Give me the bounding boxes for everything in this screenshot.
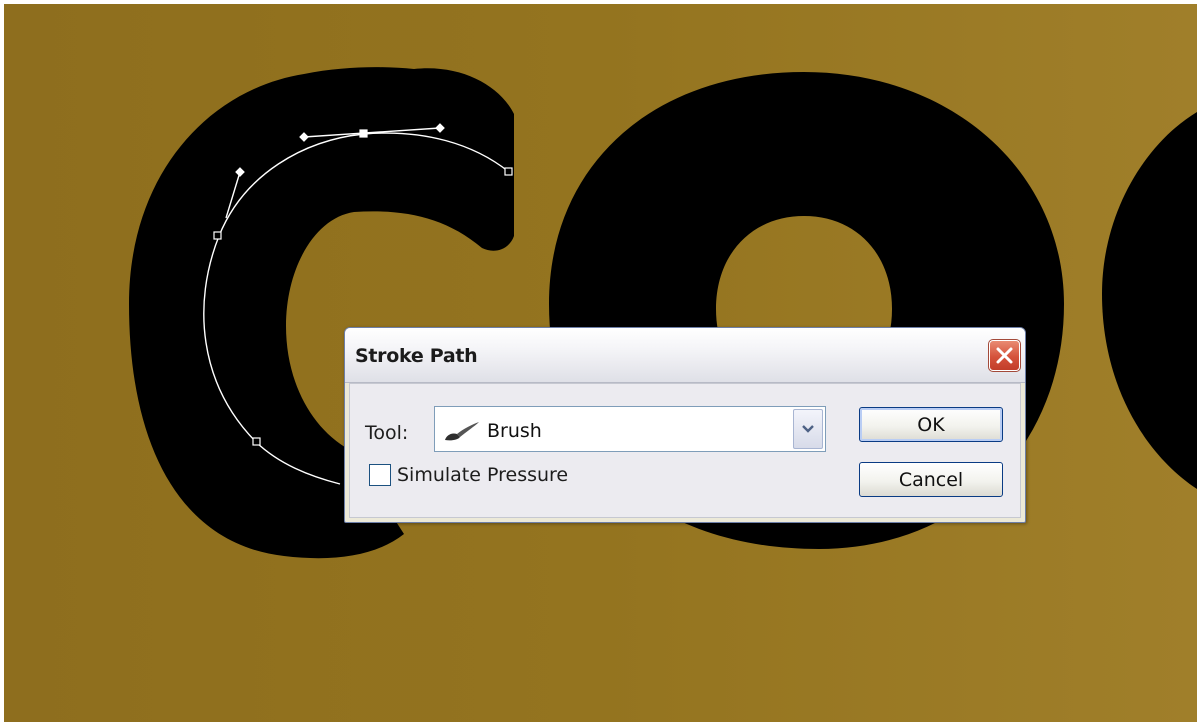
ok-button[interactable]: OK bbox=[859, 407, 1003, 442]
tool-label: Tool: bbox=[365, 422, 409, 444]
stroke-path-dialog: Stroke Path Tool: Brush Simulate Pressur… bbox=[344, 327, 1026, 523]
tool-select[interactable]: Brush bbox=[434, 406, 826, 452]
anchor-point-selected[interactable] bbox=[359, 129, 368, 138]
dialog-title: Stroke Path bbox=[355, 345, 478, 367]
anchor-point[interactable] bbox=[213, 231, 222, 240]
dialog-titlebar[interactable]: Stroke Path bbox=[345, 328, 1025, 383]
letter-o-partial bbox=[1102, 112, 1197, 489]
brush-icon bbox=[445, 422, 479, 441]
tool-dropdown-button[interactable] bbox=[793, 409, 823, 449]
simulate-pressure-checkbox[interactable] bbox=[369, 464, 391, 486]
anchor-point[interactable] bbox=[504, 167, 513, 176]
simulate-pressure-label[interactable]: Simulate Pressure bbox=[397, 464, 568, 486]
anchor-point[interactable] bbox=[252, 437, 261, 446]
cancel-button[interactable]: Cancel bbox=[859, 462, 1003, 497]
document-canvas[interactable]: Stroke Path Tool: Brush Simulate Pressur… bbox=[4, 4, 1197, 722]
tool-value: Brush bbox=[487, 420, 542, 442]
close-button[interactable] bbox=[988, 339, 1021, 372]
chevron-down-icon bbox=[802, 425, 814, 433]
close-icon bbox=[996, 347, 1013, 364]
